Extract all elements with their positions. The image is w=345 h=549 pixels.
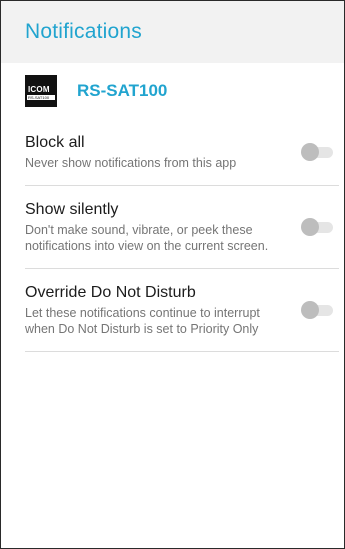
setting-text: Show silently Don't make sound, vibrate,… xyxy=(25,200,287,254)
toggle-thumb xyxy=(301,143,319,161)
show-silently-toggle[interactable] xyxy=(301,217,335,237)
setting-description: Don't make sound, vibrate, or peek these… xyxy=(25,223,269,253)
toggle-thumb xyxy=(301,218,319,236)
setting-text: Override Do Not Disturb Let these notifi… xyxy=(25,283,287,337)
app-name: RS-SAT100 xyxy=(77,81,168,100)
setting-block-all[interactable]: Block all Never show notifications from … xyxy=(25,119,339,186)
setting-title: Override Do Not Disturb xyxy=(25,284,196,301)
setting-description: Never show notifications from this app xyxy=(25,156,237,170)
app-logo-subtext: RS-SAT100 xyxy=(28,95,50,100)
setting-description: Let these notifications continue to inte… xyxy=(25,306,260,336)
block-all-toggle[interactable] xyxy=(301,142,335,162)
override-dnd-toggle[interactable] xyxy=(301,300,335,320)
setting-override-dnd[interactable]: Override Do Not Disturb Let these notifi… xyxy=(25,269,339,352)
setting-text: Block all Never show notifications from … xyxy=(25,133,287,171)
page-title: Notifications xyxy=(25,20,142,43)
setting-show-silently[interactable]: Show silently Don't make sound, vibrate,… xyxy=(25,186,339,269)
app-icon: ICOM RS-SAT100 xyxy=(25,75,57,107)
page-header: Notifications xyxy=(1,1,344,63)
notifications-screen: Notifications ICOM RS-SAT100 RS-SAT100 B… xyxy=(0,0,345,549)
toggle-thumb xyxy=(301,301,319,319)
app-info-row: ICOM RS-SAT100 RS-SAT100 xyxy=(1,63,344,119)
setting-title: Block all xyxy=(25,134,85,151)
setting-title: Show silently xyxy=(25,201,119,218)
app-logo-text: ICOM xyxy=(28,85,50,94)
